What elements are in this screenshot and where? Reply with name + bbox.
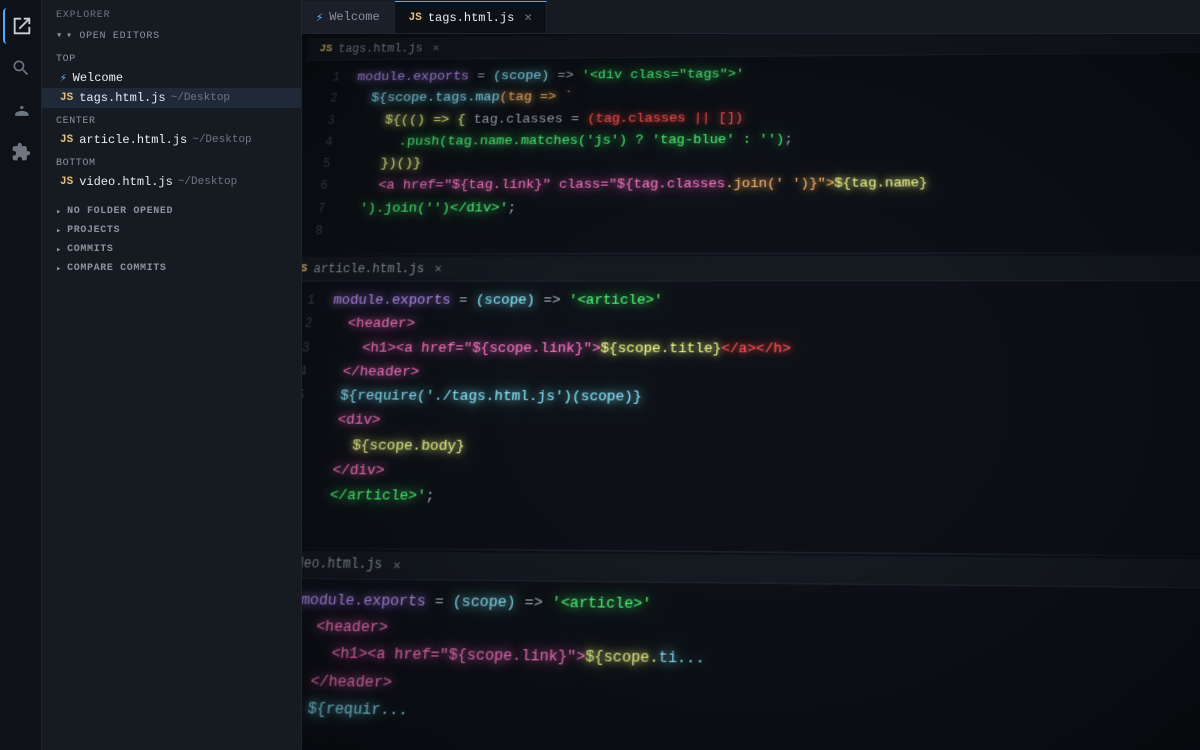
sidebar-section-top: TOP [42, 46, 301, 68]
js-icon-tags: JS [60, 92, 73, 104]
js-icon-video: JS [60, 176, 73, 188]
tags-filepath: ~/Desktop [171, 92, 230, 104]
sidebar-item-article[interactable]: JS article.html.js ~/Desktop [42, 130, 301, 150]
tab-bar: ⚡ Welcome JS tags.html.js ✕ [302, 0, 1200, 34]
panel-close-video[interactable]: ✕ [392, 556, 401, 574]
projects-arrow: ▸ [56, 226, 62, 236]
welcome-tab-icon: ⚡ [316, 10, 323, 25]
sidebar-item-video[interactable]: JS video.html.js ~/Desktop [42, 172, 301, 192]
code-panel-video: JS video.html.js ✕ 1 module.exports = (s… [302, 550, 1200, 750]
code-line: 6 <a href="${tag.link}" class="${tag.cla… [302, 172, 1200, 198]
panel-header-article: JS article.html.js ✕ [302, 256, 1200, 282]
sidebar-section-center: CENTER [42, 108, 301, 130]
code-panel-article: JS article.html.js ✕ 1 module.exports = … [302, 256, 1200, 554]
code-line: 4 </header> [302, 361, 1200, 388]
article-filepath: ~/Desktop [192, 134, 251, 146]
activity-bar [0, 0, 42, 750]
open-editors-arrow: ▾ [56, 29, 63, 42]
activity-search-icon[interactable] [3, 50, 39, 86]
panel-close-article[interactable]: ✕ [434, 261, 443, 277]
commits-arrow: ▸ [56, 245, 62, 255]
code-line: 8 [302, 218, 1200, 243]
panel-filename-tags: tags.html.js [338, 41, 424, 55]
panel-close-tags[interactable]: ✕ [432, 41, 440, 55]
separator-1 [302, 252, 1200, 255]
video-filepath: ~/Desktop [178, 176, 237, 188]
code-panel-tags: JS tags.html.js ✕ 1 module.exports = (sc… [302, 34, 1200, 252]
panel-js-badge-tags: JS [319, 43, 333, 54]
compare-commits-arrow: ▸ [56, 264, 62, 274]
no-folder-section[interactable]: ▸ NO FOLDER OPENED [42, 202, 301, 221]
projects-section[interactable]: ▸ PROJECTS [42, 221, 301, 240]
code-line: 5 ${require('./tags.html.js')(scope)} [302, 385, 1200, 413]
sidebar-title: EXPLORER [42, 4, 301, 25]
editor-perspective-wrap: JS tags.html.js ✕ 1 module.exports = (sc… [302, 34, 1200, 750]
panel-filename-video: video.html.js [302, 556, 383, 573]
tab-tags[interactable]: JS tags.html.js ✕ [395, 1, 547, 33]
tags-tab-icon: JS [409, 12, 422, 24]
js-icon-article: JS [60, 134, 73, 146]
code-lines-video: 1 module.exports = (scope) => '<article>… [302, 578, 1200, 750]
sidebar-section-bottom: BOTTOM [42, 150, 301, 172]
code-lines-tags: 1 module.exports = (scope) => '<div clas… [302, 53, 1200, 252]
sidebar-item-tags[interactable]: JS tags.html.js ~/Desktop [42, 88, 301, 108]
code-line: 1 module.exports = (scope) => '<article>… [302, 290, 1200, 314]
sidebar: EXPLORER ▾ ▾ OPEN EDITORS TOP ⚡ Welcome … [42, 0, 302, 750]
activity-git-icon[interactable] [3, 92, 39, 128]
no-folder-arrow: ▸ [56, 207, 62, 217]
tags-filename: tags.html.js [79, 91, 165, 105]
article-filename: article.html.js [79, 133, 187, 147]
welcome-filename: Welcome [73, 71, 123, 85]
activity-extensions-icon[interactable] [3, 134, 39, 170]
welcome-tab-label: Welcome [329, 10, 379, 24]
panel-js-badge-article: JS [302, 263, 308, 275]
code-lines-article: 1 module.exports = (scope) => '<article>… [302, 281, 1200, 553]
tab-welcome[interactable]: ⚡ Welcome [302, 1, 395, 33]
activity-explorer-icon[interactable] [3, 8, 39, 44]
compare-commits-section[interactable]: ▸ COMPARE COMMITS [42, 259, 301, 278]
tags-tab-label: tags.html.js [428, 11, 514, 25]
code-line: 2 <header> [302, 314, 1200, 339]
commits-section[interactable]: ▸ COMMITS [42, 240, 301, 259]
sidebar-item-welcome[interactable]: ⚡ Welcome [42, 68, 301, 88]
main-editor: ⚡ Welcome JS tags.html.js ✕ JS tags.html… [302, 0, 1200, 750]
code-line: 3 <h1><a href="${scope.link}">${scope.ti… [302, 337, 1200, 363]
editor-area[interactable]: JS tags.html.js ✕ 1 module.exports = (sc… [302, 34, 1200, 750]
vscode-icon: ⚡ [60, 71, 67, 85]
open-editors-section[interactable]: ▾ ▾ OPEN EDITORS [42, 25, 301, 46]
tags-tab-close[interactable]: ✕ [524, 10, 532, 25]
code-line: 7 ').join('')</div>'; [302, 195, 1200, 221]
panel-filename-article: article.html.js [313, 261, 425, 276]
video-filename: video.html.js [79, 175, 173, 189]
